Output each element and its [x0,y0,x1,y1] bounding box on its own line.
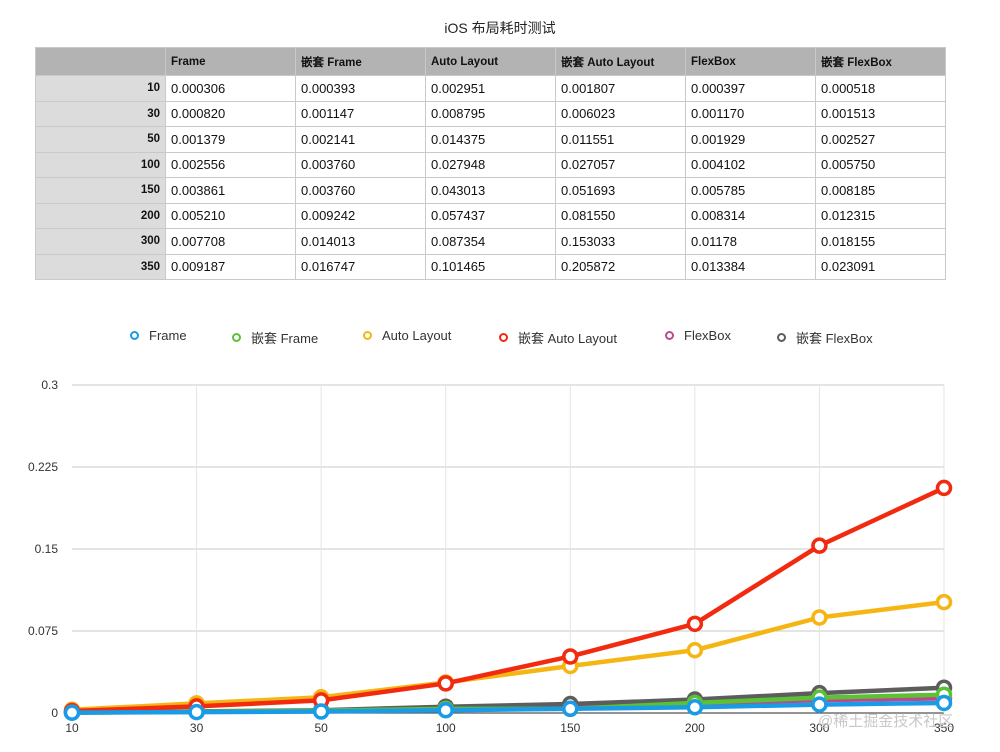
y-tick-label: 0.15 [35,542,59,556]
x-tick-label: 100 [436,721,456,735]
y-tick-label: 0.075 [28,624,58,638]
data-point [188,703,205,721]
data-point [437,675,454,692]
data-point [935,593,953,611]
line-chart: 00.0750.150.2250.310 30 50 100 150 200 300 350 [28,378,954,735]
series-line [69,485,947,714]
y-tick-label: 0 [51,706,58,720]
watermark: @稀土掘金技术社区 [818,713,954,730]
x-tick-label: 30 [190,721,204,735]
data-point [562,700,579,718]
data-point [437,701,454,719]
data-point [562,648,579,665]
y-tick-label: 0.225 [28,460,58,474]
data-point [686,699,704,716]
x-tick-label: 50 [314,721,328,735]
data-point [312,703,330,720]
data-point [63,704,81,721]
x-tick-label: 10 [65,721,79,735]
data-point [811,537,828,554]
x-tick-label: 150 [560,721,580,735]
data-point [935,479,953,497]
x-tick-label: 200 [685,721,705,735]
data-point [686,615,704,633]
data-point [935,694,953,712]
data-point [811,609,828,626]
data-point [686,641,704,659]
y-tick-label: 0.3 [41,378,58,392]
